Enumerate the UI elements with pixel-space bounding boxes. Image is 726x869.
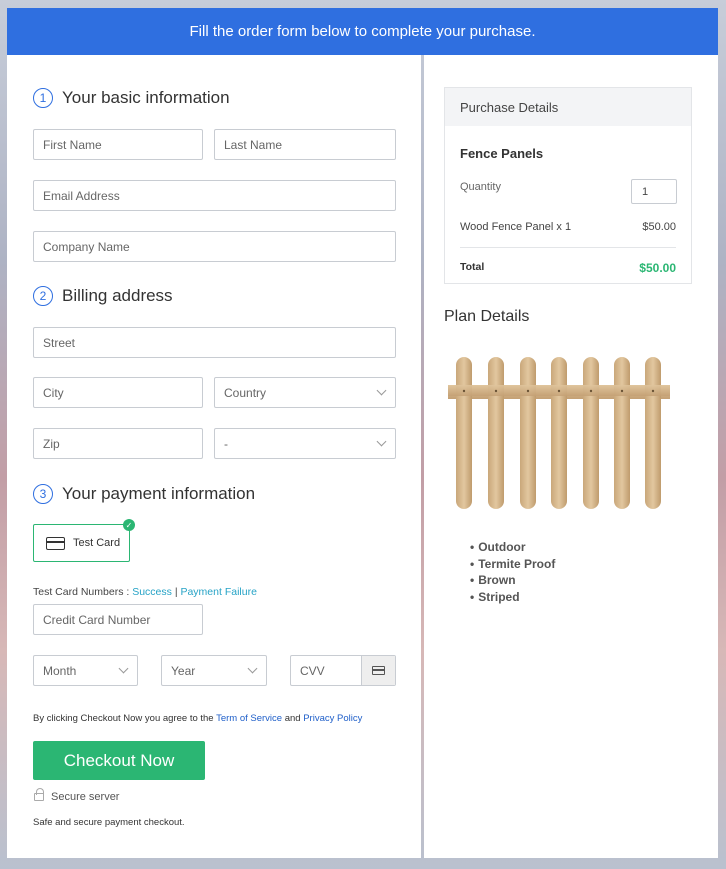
summary-panel: Purchase Details Fence Panels Quantity 1…	[424, 55, 718, 858]
test-card-option[interactable]: Test Card ✓	[33, 519, 135, 562]
cvv-input[interactable]: CVV	[290, 655, 396, 686]
step-number-3: 3	[33, 484, 53, 504]
card-number-placeholder: Credit Card Number	[43, 612, 151, 627]
state-select[interactable]: -	[214, 428, 396, 459]
section-title-basic: Your basic information	[62, 88, 230, 107]
agreement-and: and	[284, 713, 301, 724]
city-input[interactable]: City	[33, 377, 203, 408]
card-number-input[interactable]: Credit Card Number	[33, 604, 203, 635]
state-value: -	[224, 436, 228, 451]
line-item-row: Wood Fence Panel x 1 $50.00	[460, 221, 676, 233]
cvv-card-icon	[361, 656, 395, 685]
street-input[interactable]: Street	[33, 327, 396, 358]
line-item-name: Wood Fence Panel x 1	[460, 221, 572, 233]
agreement-text: By clicking Checkout Now you agree to th…	[33, 713, 362, 724]
last-name-input[interactable]: Last Name	[214, 129, 396, 160]
zip-placeholder: Zip	[43, 436, 60, 451]
purchase-details-header: Purchase Details	[445, 88, 691, 126]
cvv-placeholder: CVV	[300, 663, 325, 678]
country-value: Country	[224, 385, 267, 400]
section-payment: 3 Your payment information	[33, 484, 255, 504]
chevron-down-icon	[118, 663, 129, 674]
test-card-label: Test Card	[73, 537, 121, 549]
top-banner: Fill the order form below to complete yo…	[7, 8, 718, 55]
company-placeholder: Company Name	[43, 239, 130, 254]
total-row: Total $50.00	[460, 261, 676, 275]
first-name-placeholder: First Name	[43, 137, 102, 152]
chevron-down-icon	[247, 663, 258, 674]
total-value: $50.00	[639, 261, 676, 275]
feature-item: Termite Proof	[470, 556, 555, 573]
email-input[interactable]: Email Address	[33, 180, 396, 211]
fence-panel-image	[448, 357, 670, 509]
terms-link[interactable]: Term of Service	[216, 713, 282, 724]
divider	[460, 247, 676, 248]
section-title-payment: Your payment information	[62, 484, 256, 503]
month-select[interactable]: Month	[33, 655, 138, 686]
payment-failure-link[interactable]: Payment Failure	[180, 586, 256, 598]
quantity-value: 1	[642, 185, 649, 198]
success-link[interactable]: Success	[132, 586, 172, 598]
section-basic-info: 1 Your basic information	[33, 88, 230, 108]
link-separator: |	[174, 586, 178, 598]
plan-details-title: Plan Details	[444, 308, 530, 325]
step-number-2: 2	[33, 286, 53, 306]
product-name: Fence Panels	[460, 146, 544, 161]
feature-item: Outdoor	[470, 539, 555, 556]
year-value: Year	[171, 663, 196, 678]
lock-icon	[34, 788, 44, 801]
banner-text: Fill the order form below to complete yo…	[189, 23, 536, 40]
checkout-now-button[interactable]: Checkout Now	[33, 741, 205, 780]
credit-card-icon	[46, 536, 65, 550]
plan-feature-list: Outdoor Termite Proof Brown Striped	[470, 539, 555, 605]
order-form: 1 Your basic information First Name Last…	[7, 55, 421, 858]
email-placeholder: Email Address	[43, 188, 120, 203]
chevron-down-icon	[376, 436, 387, 447]
city-placeholder: City	[43, 385, 64, 400]
secure-server: Secure server	[51, 791, 120, 803]
total-label: Total	[460, 261, 485, 273]
agreement-prefix: By clicking Checkout Now you agree to th…	[33, 713, 214, 724]
purchase-details: Purchase Details Fence Panels Quantity 1…	[444, 87, 692, 284]
step-number-1: 1	[33, 88, 53, 108]
feature-item: Striped	[470, 589, 555, 606]
quantity-input[interactable]: 1	[631, 179, 677, 204]
chevron-down-icon	[376, 385, 387, 396]
country-select[interactable]: Country	[214, 377, 396, 408]
line-item-price: $50.00	[642, 221, 676, 233]
test-card-numbers: Test Card Numbers : Success | Payment Fa…	[33, 586, 257, 598]
month-value: Month	[43, 663, 77, 678]
street-placeholder: Street	[43, 335, 76, 350]
secure-note: Safe and secure payment checkout.	[33, 817, 185, 828]
section-title-billing: Billing address	[62, 286, 173, 305]
section-billing: 2 Billing address	[33, 286, 173, 306]
company-input[interactable]: Company Name	[33, 231, 396, 262]
test-numbers-label: Test Card Numbers :	[33, 586, 130, 598]
check-icon: ✓	[123, 519, 135, 531]
privacy-link[interactable]: Privacy Policy	[303, 713, 362, 724]
first-name-input[interactable]: First Name	[33, 129, 203, 160]
last-name-placeholder: Last Name	[224, 137, 283, 152]
year-select[interactable]: Year	[161, 655, 267, 686]
feature-item: Brown	[470, 572, 555, 589]
zip-input[interactable]: Zip	[33, 428, 203, 459]
